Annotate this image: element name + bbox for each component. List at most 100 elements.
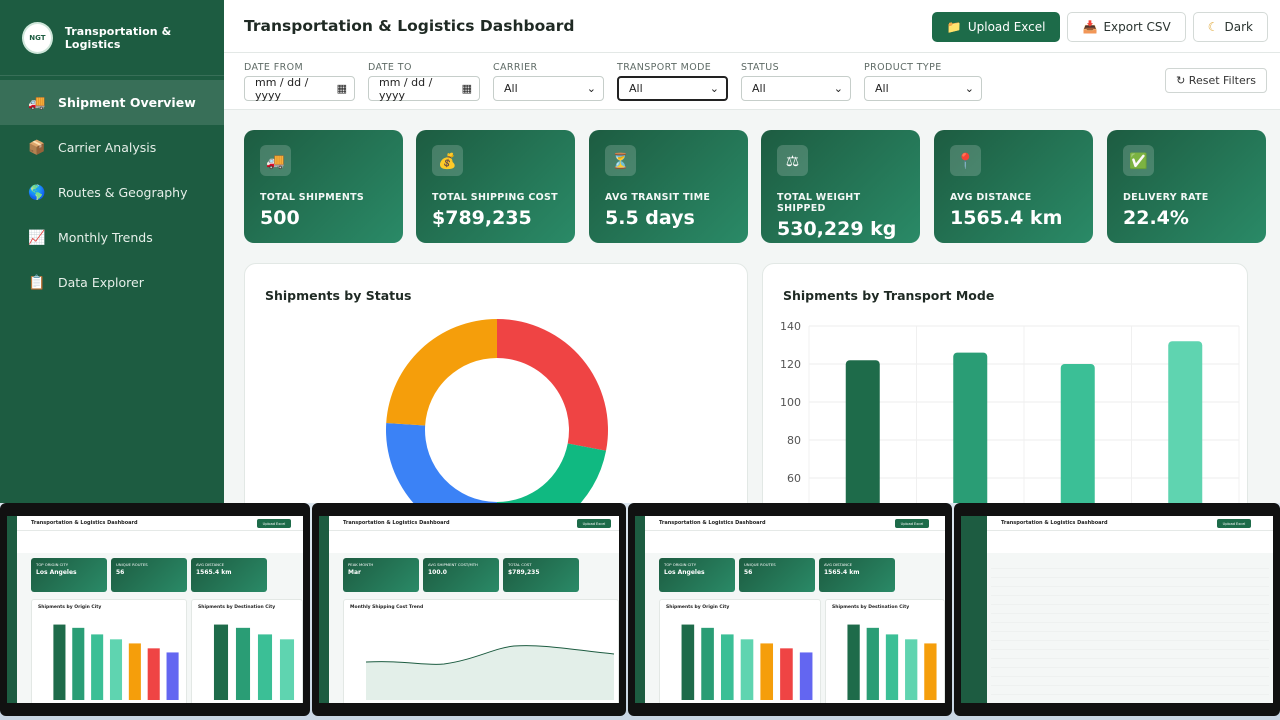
thumbnail-bar [72,627,85,700]
thumbnail-bar [780,648,793,700]
money-bag-icon: 💰 [432,145,463,176]
thumbnail-bar [720,634,734,700]
donut-slice-0[interactable] [497,319,608,451]
donut-slice-2[interactable] [386,423,497,503]
thumbnail-sidebar [7,516,17,703]
brand-logo: NGT [22,21,53,54]
thumbnail-kpi-label: TOTAL COST [508,562,532,567]
kpi-label: DELIVERY RATE [1123,192,1209,203]
kpi-total-shipping-cost: 💰 TOTAL SHIPPING COST $789,235 [416,130,575,243]
table-row [991,686,1269,695]
sidebar-item-label: Routes & Geography [58,185,188,200]
thumbnail-kpi-value: 56 [116,569,125,576]
upload-excel-button[interactable]: 📁 Upload Excel [931,12,1061,42]
thumbnail-bar [109,639,123,700]
carrier-select[interactable]: All ⌄ [493,76,604,101]
thumbnail-chart-title: Shipments by Destination City [832,605,910,610]
thumbnail-header: Transportation & Logistics Dashboard Upl… [645,516,945,531]
thumbnail-kpi: UNIQUE ROUTES 56 [739,558,815,592]
truck-icon: 🚚 [260,145,291,176]
thumbnail-bar-chart [53,624,179,700]
donut-slice-1[interactable] [497,443,607,503]
kpi-total-shipments: 🚚 TOTAL SHIPMENTS 500 [244,130,403,243]
status-chart-title: Shipments by Status [265,288,412,303]
thumbnail-kpi-label: AVG DISTANCE [824,562,853,567]
thumbnail-kpi-value: 1565.4 km [824,569,860,576]
thumbnail-line-area [366,645,614,700]
thumbnail-header: Transportation & Logistics Dashboard Upl… [329,516,619,531]
chevron-down-icon: ⌄ [833,82,843,95]
kpi-label: TOTAL SHIPPING COST [432,192,558,203]
kpi-label: TOTAL WEIGHT SHIPPED [777,192,861,214]
thumbnail-kpi-value: 1565.4 km [196,569,232,576]
thumbnail-filters [17,531,303,553]
sidebar-item-carrier-analysis[interactable]: 📦 Carrier Analysis [0,125,224,170]
thumbnail-kpi-label: UNIQUE ROUTES [744,562,776,567]
sidebar-nav: 🚚 Shipment Overview 📦 Carrier Analysis 🌎… [0,80,224,305]
table-row [991,587,1269,596]
thumbnail-filters [645,531,945,553]
screenshot-strip: Transportation & Logistics Dashboard Upl… [0,503,1280,720]
transport-mode-select[interactable]: All ⌄ [617,76,728,101]
table-row [991,677,1269,686]
sidebar-item-data-explorer[interactable]: 📋 Data Explorer [0,260,224,305]
filter-carrier: CARRIER All ⌄ [493,62,604,101]
filter-label: CARRIER [493,62,538,73]
reset-filters-button[interactable]: ↻ Reset Filters [1165,68,1267,93]
status-value: All [752,82,766,95]
table-row [991,632,1269,641]
kpi-label: AVG DISTANCE [950,192,1032,203]
thumbnail-kpi-label: AVG DISTANCE [196,562,225,567]
filter-bar: DATE FROM mm / dd / yyyy ▦ DATE TO mm / … [224,53,1280,110]
main-content: Transportation & Logistics Dashboard 📁 U… [224,0,1280,503]
bar-1[interactable] [953,352,988,503]
thumbnail-bar-chart [681,624,813,700]
thumbnail-kpi-label: PEAK MONTH [348,562,374,567]
date-to-input[interactable]: mm / dd / yyyy ▦ [368,76,480,102]
y-tick-label: 120 [780,358,801,371]
bar-2[interactable] [1060,364,1095,503]
thumbnail-bar [681,624,695,700]
brand-name: Transportation & Logistics [64,24,172,51]
chevron-down-icon: ⌄ [964,82,974,95]
check-icon: ✅ [1123,145,1154,176]
donut-slice-3[interactable] [386,319,497,426]
product-value: All [875,82,889,95]
thumbnail-bar [799,652,813,700]
thumbnail-line-chart [365,645,615,700]
thumbnail-chart-title: Shipments by Origin City [38,605,102,610]
thumbnail-chart-card: Shipments by Destination City [191,599,303,703]
thumbnail-kpi-label: UNIQUE ROUTES [116,562,148,567]
globe-icon: 🌎 [28,184,46,201]
filter-label: DATE TO [368,62,412,73]
theme-toggle-button[interactable]: ☾ Dark [1192,12,1268,42]
sidebar-item-routes-geography[interactable]: 🌎 Routes & Geography [0,170,224,215]
table-row [991,641,1269,650]
product-type-select[interactable]: All ⌄ [864,76,982,101]
status-select[interactable]: All ⌄ [741,76,851,101]
thumbnail-bar [213,624,229,700]
kpi-value: 530,229 kg [777,218,897,240]
thumbnail-bar-chart [213,624,295,700]
thumbnail-data-explorer: Transportation & Logistics Dashboard Upl… [954,503,1280,716]
kpi-avg-distance: 📍 AVG DISTANCE 1565.4 km [934,130,1093,243]
export-csv-button[interactable]: 📥 Export CSV [1067,12,1186,42]
thumbnail-title: Transportation & Logistics Dashboard [1001,520,1108,526]
sidebar-item-monthly-trends[interactable]: 📈 Monthly Trends [0,215,224,260]
thumbnail-chart-card: Monthly Shipping Cost Trend [343,599,619,703]
date-from-input[interactable]: mm / dd / yyyy ▦ [244,76,355,102]
calendar-icon: ▦ [336,82,347,95]
bar-0[interactable] [845,360,880,503]
thumbnail-upload-button: Upload Excel [577,519,611,528]
bar-3[interactable] [1168,341,1203,503]
download-icon: 📥 [1082,20,1098,34]
thumbnail-bar [905,639,918,700]
thumbnail-title: Transportation & Logistics Dashboard [343,520,450,526]
chevron-down-icon: ⌄ [586,82,596,95]
table-row [991,614,1269,623]
kpi-value: 1565.4 km [950,207,1063,229]
kpi-avg-transit-time: ⏳ AVG TRANSIT TIME 5.5 days [589,130,748,243]
sidebar-item-shipment-overview[interactable]: 🚚 Shipment Overview [0,80,224,125]
thumbnail-kpi-value: 56 [744,569,753,576]
export-label: Export CSV [1103,20,1171,34]
